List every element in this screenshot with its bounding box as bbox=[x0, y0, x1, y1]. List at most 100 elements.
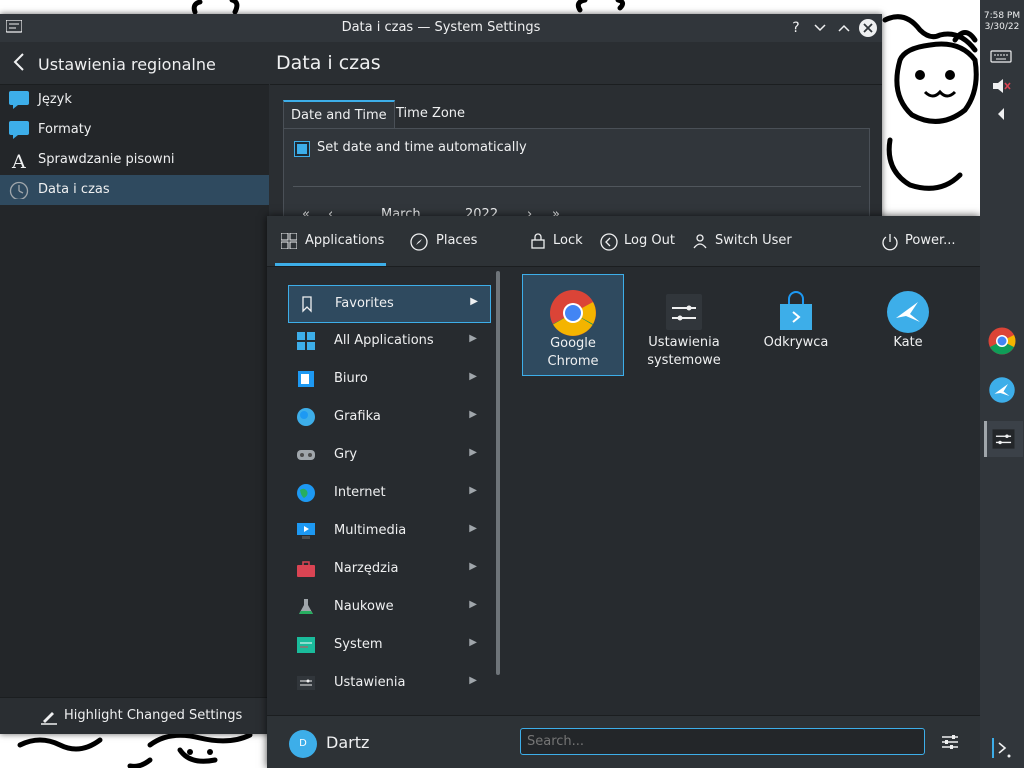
logout-label: Log Out bbox=[624, 233, 675, 248]
chevron-up-icon bbox=[838, 24, 850, 32]
tab-places[interactable]: Places bbox=[410, 233, 478, 251]
search-input[interactable] bbox=[520, 728, 925, 755]
category-naukowe[interactable]: Naukowe ▶ bbox=[288, 589, 489, 625]
bookmark-icon bbox=[302, 296, 312, 313]
category-label: All Applications bbox=[334, 333, 434, 348]
category-grafika[interactable]: Grafika ▶ bbox=[288, 399, 489, 435]
tab-date-and-time[interactable]: Date and Time bbox=[283, 100, 395, 130]
arrow-right-icon: ▶ bbox=[469, 523, 477, 534]
set-automatically-checkbox[interactable] bbox=[294, 141, 310, 157]
chrome-icon bbox=[988, 327, 1016, 355]
avatar[interactable]: D bbox=[289, 730, 317, 758]
category-label: Internet bbox=[334, 485, 386, 500]
category-favorites[interactable]: Favorites ▶ bbox=[288, 285, 491, 323]
arrow-right-icon: ▶ bbox=[469, 333, 477, 344]
toolbox-icon bbox=[297, 561, 315, 577]
sidebar-item-label: Formaty bbox=[38, 122, 92, 137]
tab-places-label: Places bbox=[436, 233, 478, 248]
arrow-right-icon: ▶ bbox=[469, 447, 477, 458]
set-automatically-label[interactable]: Set date and time automatically bbox=[317, 140, 527, 155]
category-ustawienia[interactable]: Ustawienia ▶ bbox=[288, 665, 489, 701]
minimize-button[interactable] bbox=[811, 19, 829, 37]
panel-divider bbox=[293, 186, 861, 187]
lock-icon bbox=[531, 233, 545, 249]
expand-tray-arrow-icon[interactable] bbox=[990, 107, 1012, 121]
category-system[interactable]: System ▶ bbox=[288, 627, 489, 663]
sidebar-item-data-i-czas[interactable]: Data i czas bbox=[0, 175, 269, 205]
highlight-changed-settings-button[interactable]: Highlight Changed Settings bbox=[0, 697, 269, 734]
category-all-applications[interactable]: All Applications ▶ bbox=[288, 323, 489, 359]
window-title: Data i czas — System Settings bbox=[341, 20, 541, 35]
svg-text:A: A bbox=[11, 151, 26, 169]
category-label: Favorites bbox=[335, 296, 394, 311]
arrow-right-icon: ▶ bbox=[469, 675, 477, 686]
launcher-header: Applications Places Lock Log Out Switch … bbox=[267, 216, 980, 267]
favorite-kate[interactable]: Kate bbox=[858, 274, 958, 374]
office-icon bbox=[298, 371, 314, 387]
help-button[interactable]: ? bbox=[787, 19, 805, 37]
arrow-right-icon: ▶ bbox=[470, 296, 478, 307]
gamepad-icon bbox=[297, 450, 315, 460]
tab-applications[interactable]: Applications bbox=[281, 233, 385, 249]
configure-sliders-icon[interactable] bbox=[941, 733, 959, 751]
chrome-icon bbox=[550, 290, 596, 336]
power-button[interactable]: Power... bbox=[881, 233, 956, 251]
sidebar-item-jezyk[interactable]: Język bbox=[0, 85, 269, 115]
taskbar-kate[interactable] bbox=[984, 372, 1020, 408]
tab-applications-label: Applications bbox=[305, 233, 385, 248]
taskbar-chrome[interactable] bbox=[984, 323, 1020, 359]
close-button[interactable] bbox=[859, 19, 877, 37]
power-label: Power... bbox=[905, 233, 956, 248]
maximize-button[interactable] bbox=[835, 19, 853, 37]
sidebar-item-formaty[interactable]: Formaty bbox=[0, 115, 269, 145]
favorite-label: Ustawienia systemowe bbox=[647, 335, 721, 368]
category-label: Narzędzia bbox=[334, 561, 399, 576]
favorite-google-chrome[interactable]: Google Chrome bbox=[522, 274, 624, 376]
sidebar-header[interactable]: Ustawienia regionalne bbox=[0, 42, 269, 85]
sidebar-item-label: Sprawdzanie pisowni bbox=[38, 152, 175, 167]
category-label: Gry bbox=[334, 447, 358, 462]
switch-user-icon bbox=[693, 234, 707, 249]
category-scrollbar[interactable] bbox=[496, 271, 500, 675]
application-launcher-icon[interactable] bbox=[990, 736, 1014, 760]
sidebar-item-sprawdzanie-pisowni[interactable]: A Sprawdzanie pisowni bbox=[0, 145, 269, 175]
close-icon bbox=[863, 23, 873, 33]
favorite-label: Google Chrome bbox=[547, 336, 599, 369]
window-titlebar[interactable]: Data i czas — System Settings ? bbox=[0, 14, 882, 42]
category-gry[interactable]: Gry ▶ bbox=[288, 437, 489, 473]
system-settings-icon bbox=[992, 429, 1015, 449]
discover-shopping-bag-icon bbox=[780, 291, 812, 330]
keyboard-icon[interactable] bbox=[990, 48, 1012, 64]
category-narzedzia[interactable]: Narzędzia ▶ bbox=[288, 551, 489, 587]
arrow-right-icon: ▶ bbox=[469, 599, 477, 610]
favorite-label: Odkrywca bbox=[763, 335, 829, 350]
lock-button[interactable]: Lock bbox=[531, 233, 583, 249]
category-label: Multimedia bbox=[334, 523, 407, 538]
chat-bubble-icon bbox=[9, 121, 29, 139]
settings-sidebar: Ustawienia regionalne Język Formaty A Sp… bbox=[0, 42, 269, 734]
arrow-right-icon: ▶ bbox=[469, 637, 477, 648]
logout-button[interactable]: Log Out bbox=[600, 233, 675, 251]
header-divider bbox=[270, 84, 882, 85]
highlight-changed-settings-label: Highlight Changed Settings bbox=[64, 708, 243, 723]
category-biuro[interactable]: Biuro ▶ bbox=[288, 361, 489, 397]
switch-user-button[interactable]: Switch User bbox=[692, 233, 792, 249]
arrow-right-icon: ▶ bbox=[469, 485, 477, 496]
volume-muted-icon[interactable] bbox=[990, 76, 1012, 96]
favorite-ustawienia-systemowe[interactable]: Ustawienia systemowe bbox=[634, 274, 734, 374]
category-multimedia[interactable]: Multimedia ▶ bbox=[288, 513, 489, 549]
back-arrow-icon[interactable] bbox=[12, 52, 26, 72]
kate-bird-icon bbox=[887, 291, 929, 333]
kate-bird-icon bbox=[989, 377, 1015, 403]
system-icon bbox=[297, 637, 315, 653]
system-settings-icon bbox=[666, 294, 702, 330]
category-label: Biuro bbox=[334, 371, 368, 386]
taskbar-system-settings[interactable] bbox=[984, 421, 1023, 457]
favorite-odkrywca[interactable]: Odkrywca bbox=[746, 274, 846, 374]
category-label: Grafika bbox=[334, 409, 381, 424]
category-internet[interactable]: Internet ▶ bbox=[288, 475, 489, 511]
sidebar-item-label: Data i czas bbox=[38, 182, 110, 197]
digital-clock[interactable]: 7:58 PM 3/30/22 bbox=[980, 11, 1024, 33]
switch-user-label: Switch User bbox=[715, 233, 792, 248]
tab-time-zone[interactable]: Time Zone bbox=[389, 100, 472, 128]
